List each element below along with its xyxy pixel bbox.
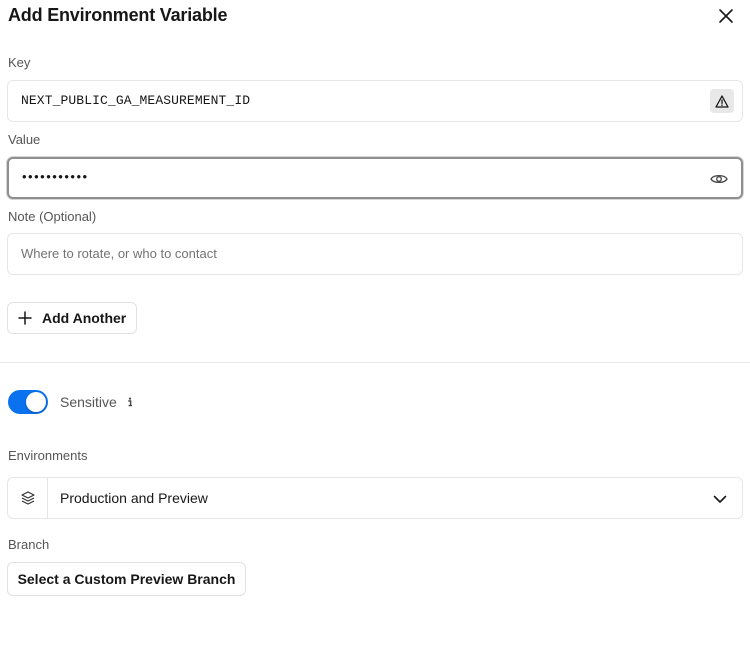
select-branch-button[interactable]: Select a Custom Preview Branch [7, 562, 246, 596]
sensitive-label: Sensitive [60, 394, 117, 410]
note-label: Note (Optional) [8, 209, 97, 224]
layers-icon [8, 478, 48, 518]
close-icon [719, 9, 733, 23]
add-another-button[interactable]: Add Another [7, 302, 137, 334]
info-icon[interactable] [125, 396, 135, 408]
environments-selected-value: Production and Preview [60, 490, 208, 506]
add-another-label: Add Another [42, 310, 127, 326]
environments-label: Environments [8, 448, 88, 463]
environments-select[interactable]: Production and Preview [7, 477, 743, 519]
plus-icon [18, 311, 32, 325]
note-placeholder[interactable]: Where to rotate, or who to contact [21, 246, 217, 261]
sensitive-toggle[interactable] [8, 390, 48, 414]
branch-label: Branch [8, 537, 50, 552]
note-field[interactable]: Where to rotate, or who to contact [7, 233, 743, 275]
value-label: Value [8, 132, 41, 147]
key-input-value[interactable]: NEXT_PUBLIC_GA_MEASUREMENT_ID [21, 93, 250, 108]
chevron-down-icon [712, 491, 728, 507]
section-divider [0, 362, 750, 363]
eye-icon[interactable] [709, 170, 729, 188]
warning-triangle-icon[interactable] [710, 89, 734, 113]
value-field[interactable]: ••••••••••• [7, 157, 743, 199]
value-masked-input[interactable]: ••••••••••• [22, 169, 89, 184]
toggle-knob [26, 392, 46, 412]
close-button[interactable] [714, 4, 738, 28]
dialog-title: Add Environment Variable [8, 5, 228, 25]
key-label: Key [8, 55, 31, 70]
key-field[interactable]: NEXT_PUBLIC_GA_MEASUREMENT_ID [7, 80, 743, 122]
